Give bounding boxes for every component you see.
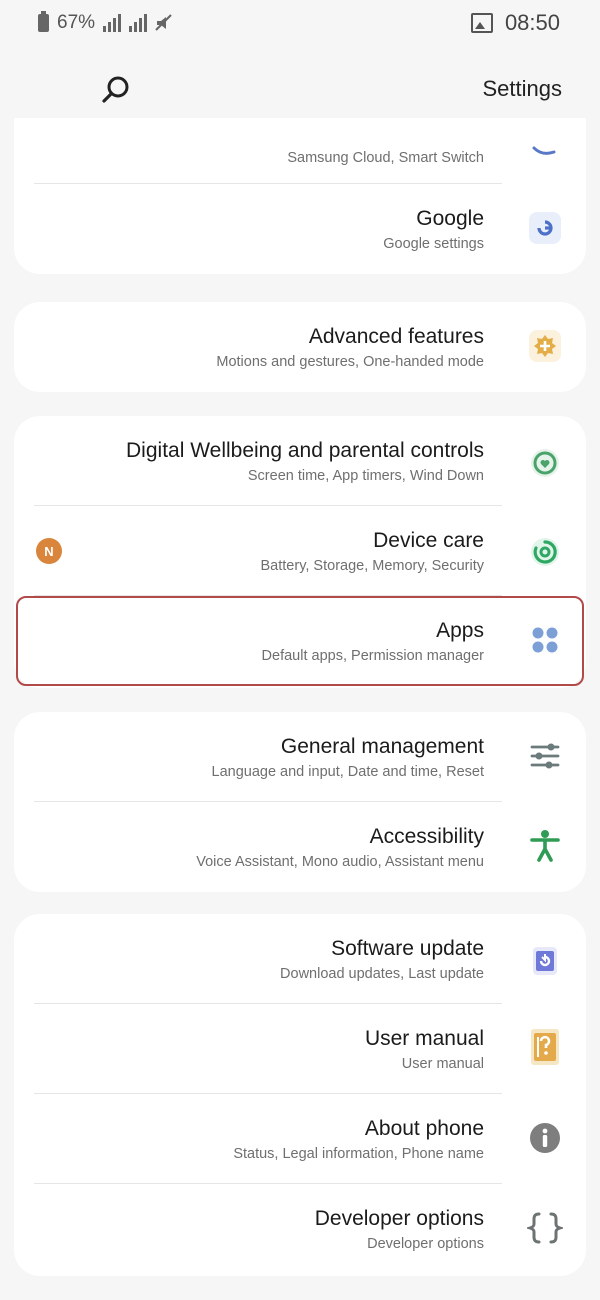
status-time: 08:50 <box>504 10 560 35</box>
item-subtitle: Status, Legal information, Phone name <box>233 1146 484 1162</box>
sliders-icon <box>526 737 564 775</box>
settings-screen: 67% 08:50 Settings Samsung Cloud, Smart … <box>0 0 600 1300</box>
google-icon <box>526 209 564 247</box>
search-icon[interactable] <box>100 74 132 106</box>
gallery-notification-icon <box>470 13 493 33</box>
item-subtitle: Developer options <box>367 1236 484 1252</box>
item-title: Digital Wellbeing and parental controls <box>126 439 484 462</box>
settings-item-user-manual[interactable]: User manual User manual <box>14 1004 586 1094</box>
settings-item-software-update[interactable]: Software update Download updates, Last u… <box>14 914 586 1004</box>
item-title: Developer options <box>314 1207 484 1230</box>
device-care-icon <box>526 533 564 571</box>
settings-group-advanced: Advanced features Motions and gestures, … <box>14 302 586 392</box>
settings-item-advanced-features[interactable]: Advanced features Motions and gestures, … <box>14 302 586 392</box>
item-subtitle: Google settings <box>383 236 484 252</box>
item-subtitle: Download updates, Last update <box>280 966 484 982</box>
selection-highlight <box>16 596 584 686</box>
developer-braces-icon <box>526 1209 564 1247</box>
settings-item-device-care[interactable]: N Device care Battery, Storage, Memory, … <box>14 506 586 596</box>
item-title: Advanced features <box>308 325 484 348</box>
item-subtitle: Battery, Storage, Memory, Security <box>260 558 484 574</box>
user-manual-icon <box>526 1028 564 1066</box>
item-subtitle: Screen time, App timers, Wind Down <box>247 468 484 484</box>
item-title: About phone <box>364 1117 484 1140</box>
signal-icon <box>103 14 122 32</box>
item-subtitle: Language and input, Date and time, Reset <box>211 764 484 780</box>
status-bar: 67% 08:50 <box>0 0 600 46</box>
status-right: 08:50 <box>470 10 560 36</box>
item-title: User manual <box>364 1027 484 1050</box>
settings-item-digital-wellbeing[interactable]: Digital Wellbeing and parental controls … <box>14 416 586 506</box>
settings-group-about: Software update Download updates, Last u… <box>14 914 586 1276</box>
info-icon <box>526 1119 564 1157</box>
battery-percent: 67% <box>57 12 96 33</box>
item-subtitle: User manual <box>401 1056 484 1072</box>
settings-item-general-management[interactable]: General management Language and input, D… <box>14 712 586 802</box>
item-title: Accessibility <box>369 825 484 848</box>
accessibility-icon <box>526 827 564 865</box>
item-subtitle: Motions and gestures, One-handed mode <box>216 354 484 370</box>
signal-icon-2 <box>129 14 148 32</box>
item-title: Google <box>416 207 484 230</box>
settings-group-general: General management Language and input, D… <box>14 712 586 892</box>
software-update-icon <box>526 942 564 980</box>
item-title: General management <box>280 735 484 758</box>
accounts-key-icon <box>526 130 564 168</box>
settings-item-accounts-backup[interactable]: Samsung Cloud, Smart Switch <box>14 118 586 184</box>
new-badge: N <box>36 538 62 564</box>
digital-wellbeing-icon <box>526 444 564 482</box>
settings-item-accessibility[interactable]: Accessibility Voice Assistant, Mono audi… <box>14 802 586 892</box>
page-title: Settings <box>482 76 563 101</box>
item-subtitle: Voice Assistant, Mono audio, Assistant m… <box>196 854 484 870</box>
settings-item-google[interactable]: Google Google settings <box>14 184 586 274</box>
settings-item-about-phone[interactable]: About phone Status, Legal information, P… <box>14 1094 586 1184</box>
battery-icon <box>38 11 49 32</box>
status-left: 67% <box>38 11 173 34</box>
item-title: Device care <box>373 529 484 552</box>
item-title: Software update <box>331 937 484 960</box>
settings-group-accounts: Samsung Cloud, Smart Switch Google Googl… <box>14 118 586 274</box>
mute-icon <box>155 14 172 31</box>
advanced-features-icon <box>526 327 564 365</box>
settings-item-developer-options[interactable]: Developer options Developer options <box>14 1184 586 1274</box>
item-subtitle: Samsung Cloud, Smart Switch <box>287 150 484 166</box>
